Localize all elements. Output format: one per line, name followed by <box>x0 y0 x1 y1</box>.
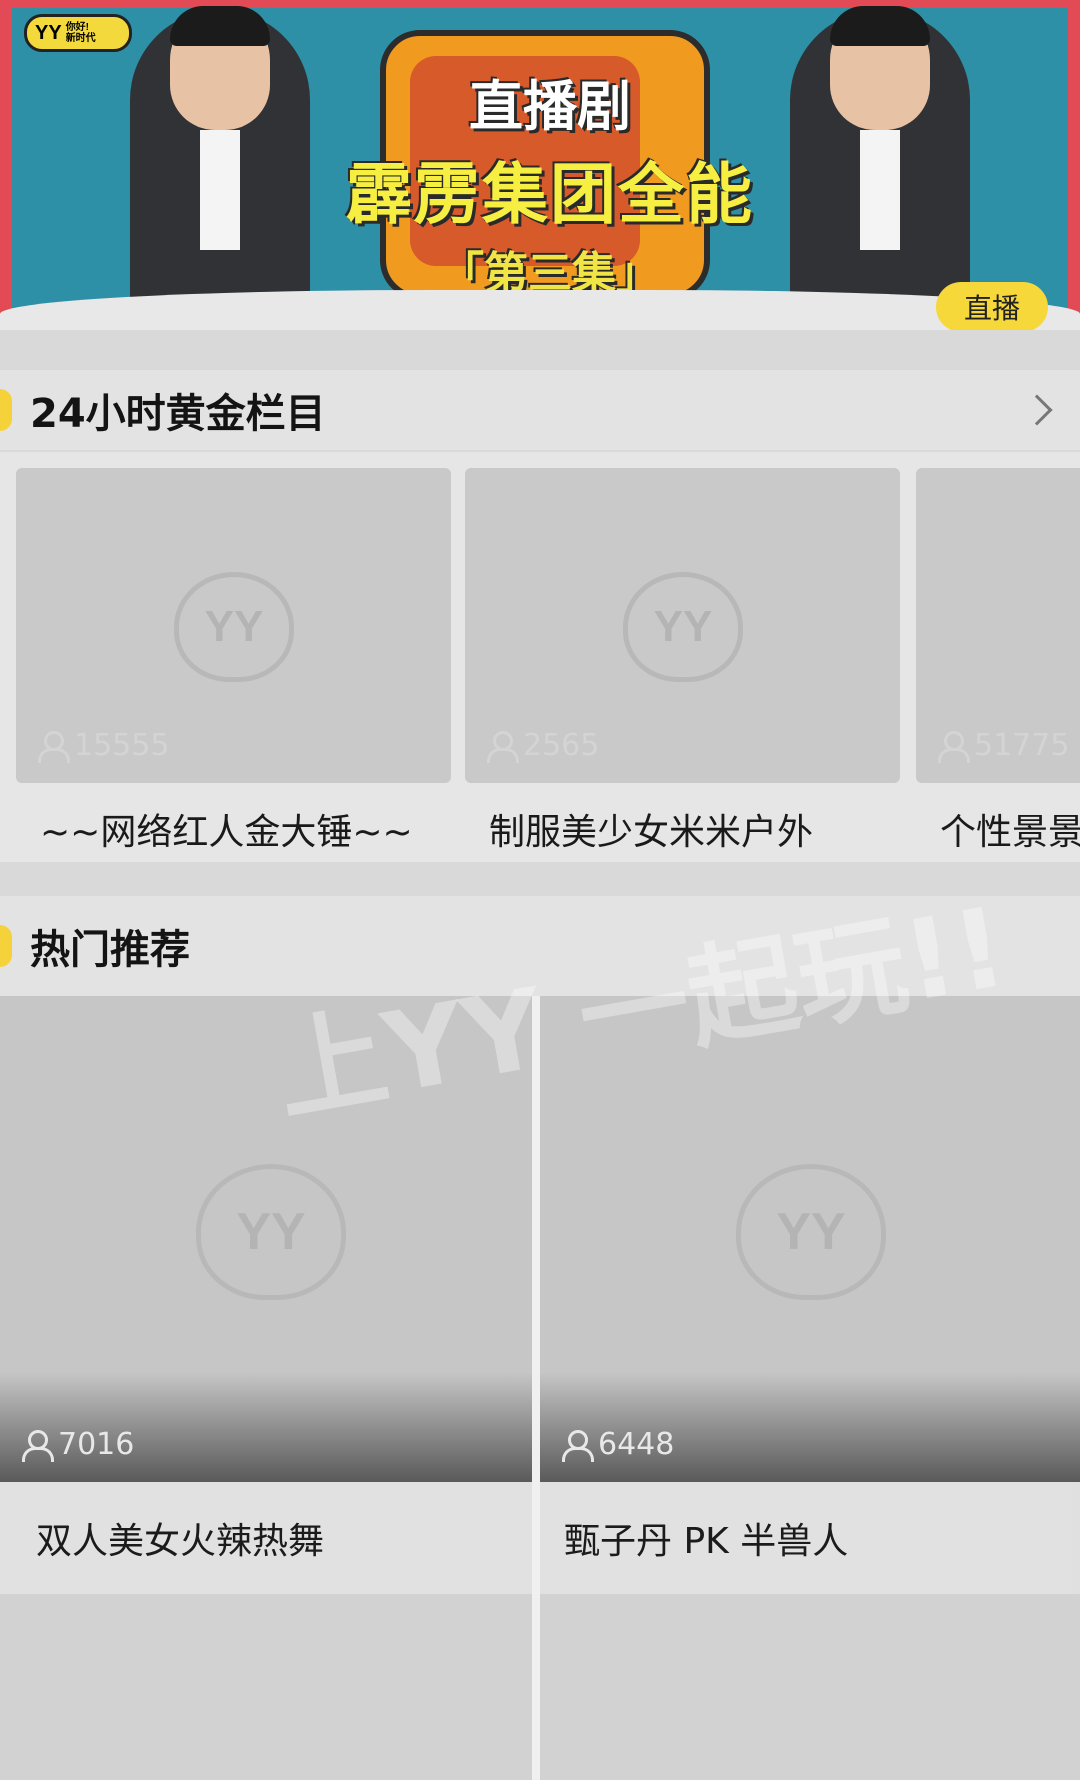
yy-watermark-icon: YY <box>623 572 743 682</box>
card-thumbnail[interactable]: 51775 <box>916 468 1080 783</box>
chevron-right-icon[interactable] <box>1021 394 1053 426</box>
user-icon <box>487 730 519 763</box>
card-title: 制服美少女米米户外 <box>489 812 814 853</box>
card-thumbnail[interactable]: YY 6448 <box>540 996 1080 1482</box>
card-title: ~~网络红人金大锤~~ <box>40 812 413 853</box>
live-badge[interactable]: 直播 <box>936 282 1048 330</box>
card-thumbnail[interactable] <box>0 1594 532 1780</box>
viewer-count: 51775 <box>938 728 1069 763</box>
user-icon <box>562 1429 594 1462</box>
yy-logo: YY 你好! 新时代 <box>24 14 132 52</box>
card-thumbnail[interactable]: YY 15555 <box>16 468 451 783</box>
yy-watermark-icon: YY <box>174 572 294 682</box>
section-marker <box>0 925 12 967</box>
card-title: 甄子丹 PK 半兽人 <box>540 1482 1072 1594</box>
user-icon <box>22 1429 54 1462</box>
card-thumbnail[interactable]: YY 2565 <box>465 468 900 783</box>
hot-card[interactable]: YY 7016 双人美女火辣热舞 <box>0 996 532 1594</box>
cloud-divider <box>0 290 1080 330</box>
golden-card[interactable]: YY 2565 制服美少女米米户外 <box>465 468 900 855</box>
banner-title: 直播剧 霹雳集团全能 「第三集」 <box>346 75 754 299</box>
section-title: 24小时黄金栏目 <box>30 391 326 437</box>
grid-divider <box>532 996 540 1780</box>
hot-grid: YY 7016 双人美女火辣热舞 YY 6448 甄子丹 PK 半兽人 <box>0 996 1080 1780</box>
section-title: 热门推荐 <box>30 927 190 973</box>
user-icon <box>938 730 970 763</box>
card-title: 个性景景 <box>940 812 1080 853</box>
golden-card[interactable]: 51775 个性景景 <box>916 468 1080 855</box>
host-left-image <box>130 6 310 310</box>
user-icon <box>38 730 70 763</box>
section-marker <box>0 389 12 431</box>
viewer-count: 15555 <box>38 728 169 763</box>
card-thumbnail[interactable] <box>540 1594 1080 1780</box>
host-right-image <box>790 6 970 310</box>
viewer-count: 2565 <box>487 728 599 763</box>
promo-banner[interactable]: YY 你好! 新时代 直播剧 霹雳集团全能 「第三集」 直播 <box>0 0 1080 330</box>
yy-watermark-icon: YY <box>196 1164 346 1300</box>
hot-section-header: 热门推荐 <box>0 896 1080 996</box>
golden-card[interactable]: YY 15555 ~~网络红人金大锤~~ <box>16 468 451 855</box>
golden-section-header[interactable]: 24小时黄金栏目 <box>0 370 1080 450</box>
card-title: 双人美女火辣热舞 <box>0 1482 532 1594</box>
viewer-count: 7016 <box>22 1427 134 1462</box>
golden-cards-row: YY 15555 ~~网络红人金大锤~~ YY 2565 制服美少女米米户外 5… <box>0 452 1080 862</box>
card-thumbnail[interactable]: YY 7016 <box>0 996 532 1482</box>
viewer-count: 6448 <box>562 1427 674 1462</box>
yy-watermark-icon: YY <box>736 1164 886 1300</box>
hot-card[interactable]: YY 6448 甄子丹 PK 半兽人 <box>540 996 1080 1594</box>
